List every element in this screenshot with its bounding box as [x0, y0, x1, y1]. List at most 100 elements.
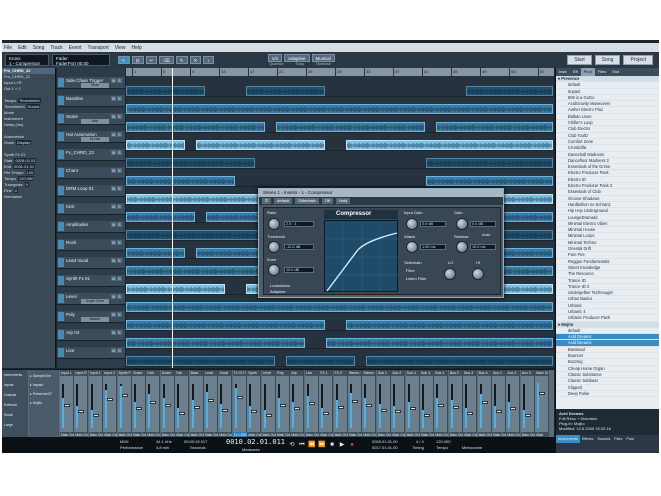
quantize-button[interactable]: 1/4 — [267, 54, 282, 62]
channel-input[interactable]: Bus 4 — [477, 370, 491, 376]
time-seconds[interactable]: 00:00:15.317 — [184, 439, 207, 444]
channel-input[interactable]: Snare — [160, 370, 174, 376]
audio-event[interactable] — [126, 158, 255, 168]
mute-button[interactable]: M — [111, 204, 117, 209]
channel-fader[interactable] — [265, 413, 272, 417]
audio-event[interactable] — [126, 248, 185, 258]
plugin-titlebar[interactable]: Stereo 1 - Inserts - 1 - Compressor — [259, 189, 503, 197]
arrow-tool-icon[interactable]: ↖ — [118, 56, 130, 64]
track-header[interactable]: Side Chain Trigger Mute M S — [57, 77, 125, 89]
solo-button[interactable]: S — [117, 348, 122, 353]
inspector-value[interactable]: Sound — [26, 104, 41, 109]
channel-fader[interactable] — [251, 410, 258, 414]
menu-track[interactable]: Track — [50, 45, 62, 51]
channel-input[interactable]: Stereo 1 — [348, 370, 361, 376]
channel-fader[interactable] — [179, 412, 186, 415]
channel-fader[interactable] — [236, 396, 243, 399]
channel-input[interactable]: Main Out — [535, 370, 549, 376]
audio-event[interactable] — [346, 320, 553, 330]
mute-button[interactable]: M — [111, 222, 117, 227]
mute-button[interactable]: M — [111, 132, 117, 137]
browser-item[interactable]: Deep Pulse — [556, 391, 659, 398]
erase-tool-icon[interactable]: ⌫ — [159, 56, 174, 64]
track-select[interactable]: Master — [81, 317, 109, 322]
range-tool-icon[interactable]: ⊡ — [131, 56, 144, 64]
mixer-side-button[interactable]: Large — [2, 422, 28, 428]
audio-event[interactable] — [126, 140, 185, 150]
solo-button[interactable]: S — [117, 186, 122, 191]
browser-bottom-tab[interactable]: Effects — [580, 435, 596, 443]
audio-event[interactable] — [276, 122, 425, 132]
sidechain-button[interactable]: Sidechain — [295, 198, 319, 204]
browser-bottom-tab[interactable]: Sounds — [595, 435, 612, 443]
track-header[interactable]: Live M S — [57, 347, 125, 359]
mute-button[interactable]: M — [111, 78, 117, 83]
channel-fader[interactable] — [424, 413, 430, 417]
stop-icon[interactable]: ■ — [328, 441, 336, 449]
track-header[interactable]: Kick M S — [57, 203, 125, 215]
song-page-button[interactable]: Song — [594, 55, 621, 65]
mute-tool-icon[interactable]: ✕ — [189, 56, 202, 64]
play-icon[interactable]: ▶ — [338, 441, 346, 449]
inspector-value[interactable]: Timestretch — [18, 98, 41, 103]
solo-button[interactable]: S — [117, 222, 122, 227]
channel-input[interactable]: Bus 2 — [448, 370, 462, 376]
channel-fader[interactable] — [452, 405, 459, 409]
inspector-value[interactable]: 120.000 — [18, 176, 35, 181]
channel-input[interactable]: Sub 1 — [376, 370, 390, 376]
menu-help[interactable]: Help — [131, 45, 141, 51]
inspector-value[interactable]: 120 — [25, 170, 35, 175]
track-header[interactable]: Snare Kick M S — [57, 113, 125, 125]
channel-fader[interactable] — [280, 404, 286, 407]
track-header[interactable]: Lead Vocal M S — [57, 257, 125, 269]
channel-input[interactable]: Synth — [247, 370, 261, 376]
track-header[interactable]: Amplitudes M S — [57, 221, 125, 233]
channel-input[interactable]: Sub 3 — [405, 370, 419, 376]
audio-event[interactable] — [326, 338, 553, 348]
channel-fader[interactable] — [366, 404, 373, 407]
channel-fader[interactable] — [524, 413, 531, 417]
audio-event[interactable] — [126, 302, 553, 312]
channel-input[interactable]: Aux 3 — [520, 370, 534, 376]
channel-fader[interactable] — [323, 412, 330, 415]
track-header[interactable]: Poly Master M S — [57, 311, 125, 323]
listen-tool-icon[interactable]: ♪ — [203, 56, 214, 64]
record-icon[interactable]: ● — [348, 441, 356, 449]
channel-input[interactable]: Bus 1 — [434, 370, 448, 376]
input-gain-knob[interactable] — [406, 218, 418, 230]
channel-input[interactable]: Arp — [290, 370, 304, 376]
channel-input[interactable]: Stereo 2 — [362, 370, 376, 376]
browser-tab[interactable]: Snd — [609, 68, 622, 76]
audio-event[interactable] — [126, 122, 265, 132]
channel-fader[interactable] — [107, 397, 114, 401]
track-select[interactable]: Hi-Hat — [81, 137, 109, 142]
browser-bottom-tab[interactable]: Instruments — [556, 435, 580, 443]
mute-button[interactable]: M — [111, 294, 117, 299]
channel-input[interactable]: Hat — [175, 370, 189, 376]
solo-button[interactable]: S — [117, 150, 122, 155]
channel-input[interactable]: Kick — [146, 370, 160, 376]
channel-fader[interactable] — [481, 400, 488, 404]
mute-button[interactable]: M — [111, 240, 117, 245]
mute-button[interactable]: M — [111, 168, 117, 173]
track-select[interactable]: Angel Zone — [81, 299, 109, 304]
solo-button[interactable]: S — [117, 96, 122, 101]
mixer-side-button[interactable]: Outputs — [2, 392, 28, 398]
menu-song[interactable]: Song — [33, 45, 45, 51]
mute-button[interactable]: M — [111, 114, 117, 119]
auto-label[interactable]: Auto — [482, 232, 490, 237]
audio-event[interactable] — [346, 140, 553, 150]
channel-fader[interactable] — [121, 394, 128, 398]
threshold-knob[interactable] — [268, 241, 280, 253]
channel-fader[interactable] — [78, 410, 85, 414]
snap-button[interactable]: Adaptive — [284, 54, 310, 62]
audio-event[interactable] — [126, 104, 553, 114]
channel-input[interactable]: Aux 2 — [506, 370, 520, 376]
audio-event[interactable] — [126, 284, 225, 294]
audio-event[interactable] — [436, 122, 553, 132]
track-header[interactable]: Hat Automation Hi-Hat M S — [57, 131, 125, 143]
browser-tab[interactable]: Files — [595, 68, 609, 76]
channel-input[interactable]: Lead — [204, 370, 217, 376]
inspector-row[interactable]: Normalize — [2, 194, 55, 200]
attack-knob[interactable] — [406, 241, 418, 253]
